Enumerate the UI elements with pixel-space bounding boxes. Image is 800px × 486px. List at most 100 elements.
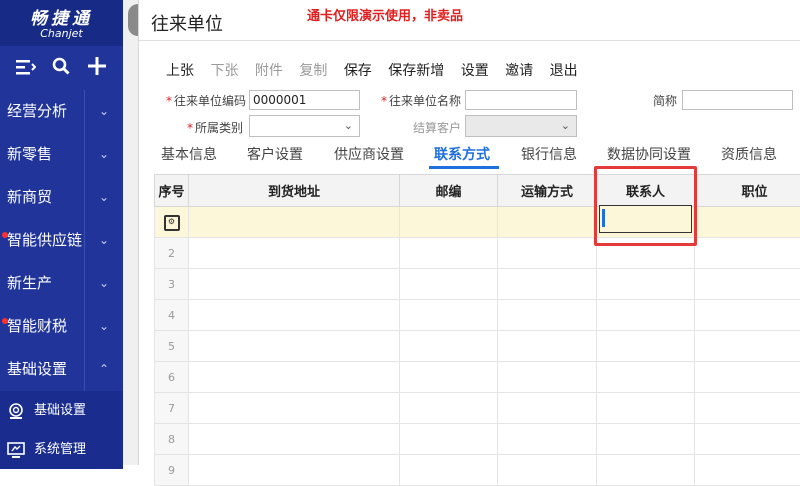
table-row[interactable]: 3 xyxy=(155,269,800,300)
code-input[interactable]: 0000001 xyxy=(249,90,360,110)
add-icon[interactable] xyxy=(85,56,109,80)
table-cell[interactable] xyxy=(695,300,800,331)
table-cell[interactable] xyxy=(189,455,400,486)
table-cell[interactable] xyxy=(400,300,498,331)
search-icon[interactable] xyxy=(49,56,73,80)
tab-data-sync[interactable]: 数据协同设置 xyxy=(607,144,691,164)
table-cell[interactable] xyxy=(400,362,498,393)
table-row[interactable]: 7 xyxy=(155,393,800,424)
table-cell[interactable] xyxy=(189,238,400,269)
table-cell[interactable] xyxy=(695,393,800,424)
save-and-new-button[interactable]: 保存新增 xyxy=(388,63,444,79)
sidebar-subitem-basic-settings[interactable]: 基础设置 xyxy=(0,391,123,430)
table-row[interactable]: 5 xyxy=(155,331,800,362)
table-cell[interactable] xyxy=(189,300,400,331)
tab-basic-info[interactable]: 基本信息 xyxy=(161,144,217,164)
table-cell[interactable] xyxy=(498,238,597,269)
table-cell[interactable] xyxy=(400,393,498,424)
sidebar-toolbar xyxy=(0,46,123,90)
name-input[interactable] xyxy=(465,90,577,110)
table-row[interactable]: ⚙ xyxy=(155,207,800,238)
table-cell[interactable] xyxy=(695,424,800,455)
table-cell[interactable] xyxy=(400,424,498,455)
table-cell[interactable] xyxy=(498,455,597,486)
sidebar-item-new-production[interactable]: 新生产⌄ xyxy=(0,262,123,305)
tab-supplier-settings[interactable]: 供应商设置 xyxy=(334,144,404,164)
category-select[interactable]: ⌄ xyxy=(249,115,360,137)
table-cell[interactable] xyxy=(498,331,597,362)
row-settings-cell[interactable]: ⚙ xyxy=(155,207,189,238)
tab-customer-settings[interactable]: 客户设置 xyxy=(247,144,303,164)
table-cell[interactable] xyxy=(597,424,695,455)
chevron-down-icon[interactable]: ⌄ xyxy=(84,176,123,219)
chevron-down-icon[interactable]: ⌄ xyxy=(84,262,123,305)
col-address[interactable]: 到货地址 xyxy=(189,175,400,207)
chevron-up-icon[interactable]: ⌃ xyxy=(84,348,123,391)
table-row[interactable]: 4 xyxy=(155,300,800,331)
table-cell[interactable] xyxy=(189,269,400,300)
table-cell[interactable] xyxy=(498,269,597,300)
sidebar-item-new-retail[interactable]: 新零售⌄ xyxy=(0,133,123,176)
copy-button[interactable]: 复制 xyxy=(299,63,327,79)
table-cell[interactable] xyxy=(189,393,400,424)
table-cell[interactable] xyxy=(597,455,695,486)
invite-button[interactable]: 邀请 xyxy=(505,63,533,79)
table-cell[interactable] xyxy=(400,238,498,269)
table-cell[interactable] xyxy=(695,455,800,486)
table-cell[interactable] xyxy=(597,393,695,424)
sidebar-subitem-system-admin[interactable]: 系统管理 xyxy=(0,430,123,469)
table-cell[interactable] xyxy=(189,424,400,455)
table-row[interactable]: 6 xyxy=(155,362,800,393)
prev-button[interactable]: 上张 xyxy=(166,63,194,79)
chevron-down-icon[interactable]: ⌄ xyxy=(84,90,123,133)
tab-qualification[interactable]: 资质信息 xyxy=(721,144,777,164)
table-cell[interactable] xyxy=(597,362,695,393)
sidebar-item-new-trade[interactable]: 新商贸⌄ xyxy=(0,176,123,219)
table-cell[interactable] xyxy=(695,362,800,393)
table-row[interactable]: 9 xyxy=(155,455,800,486)
attachment-button[interactable]: 附件 xyxy=(255,63,283,79)
table-cell[interactable] xyxy=(695,269,800,300)
col-postcode[interactable]: 邮编 xyxy=(400,175,498,207)
table-cell[interactable] xyxy=(400,207,498,238)
table-cell[interactable] xyxy=(597,331,695,362)
table-cell[interactable] xyxy=(695,331,800,362)
next-button[interactable]: 下张 xyxy=(210,63,238,79)
exit-button[interactable]: 退出 xyxy=(550,63,578,79)
table-cell[interactable] xyxy=(400,455,498,486)
table-cell[interactable] xyxy=(597,269,695,300)
sidebar-item-supply-chain[interactable]: 智能供应链⌄ xyxy=(0,219,123,262)
table-cell[interactable] xyxy=(498,424,597,455)
table-cell[interactable] xyxy=(695,238,800,269)
chevron-down-icon[interactable]: ⌄ xyxy=(84,133,123,176)
col-shipping[interactable]: 运输方式 xyxy=(498,175,597,207)
col-position[interactable]: 职位 xyxy=(695,175,800,207)
table-cell[interactable] xyxy=(498,300,597,331)
chevron-down-icon[interactable]: ⌄ xyxy=(84,305,123,348)
table-cell[interactable] xyxy=(189,207,400,238)
chevron-down-icon[interactable]: ⌄ xyxy=(84,219,123,262)
table-cell[interactable] xyxy=(400,269,498,300)
settle-select[interactable]: ⌄ xyxy=(465,115,577,137)
tab-bank-info[interactable]: 银行信息 xyxy=(521,144,577,164)
demo-watermark: 通卡仅限演示使用，非卖品 xyxy=(307,5,463,24)
settings-button[interactable]: 设置 xyxy=(461,63,489,79)
table-cell[interactable] xyxy=(498,362,597,393)
table-cell[interactable] xyxy=(498,207,597,238)
sidebar-item-smart-finance[interactable]: 智能财税⌄ xyxy=(0,305,123,348)
table-row[interactable]: 8 xyxy=(155,424,800,455)
table-cell[interactable] xyxy=(498,393,597,424)
short-name-input[interactable] xyxy=(682,90,793,110)
table-cell[interactable] xyxy=(189,362,400,393)
table-cell[interactable] xyxy=(400,331,498,362)
table-cell[interactable] xyxy=(695,207,800,238)
sidebar-item-basic-settings[interactable]: 基础设置⌃ xyxy=(0,348,123,391)
tab-contact[interactable]: 联系方式 xyxy=(434,144,490,164)
save-button[interactable]: 保存 xyxy=(344,63,372,79)
table-row[interactable]: 2 xyxy=(155,238,800,269)
table-cell[interactable] xyxy=(189,331,400,362)
table-cell[interactable] xyxy=(597,300,695,331)
menu-toggle-icon[interactable] xyxy=(14,56,38,80)
sidebar-item-analysis[interactable]: 经营分析⌄ xyxy=(0,90,123,133)
gear-icon[interactable]: ⚙ xyxy=(164,215,180,231)
